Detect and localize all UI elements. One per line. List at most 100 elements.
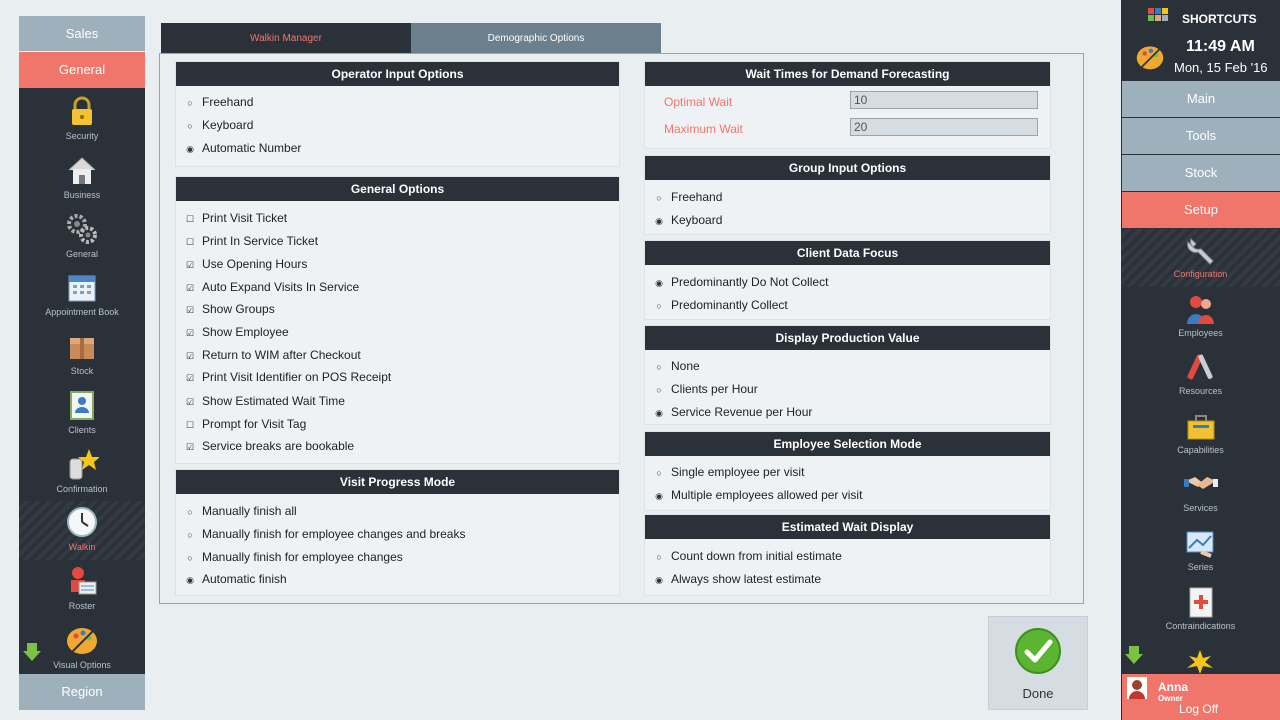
sidebar-item-business[interactable]: Business: [19, 149, 145, 208]
sidebar-item-stock[interactable]: Stock: [19, 325, 145, 384]
checkbox-service-breaks-bookable[interactable]: ☑ Service breaks are bookable: [186, 439, 354, 453]
shortcut-configuration[interactable]: Configuration: [1121, 229, 1280, 287]
sidebar-item-appointment-book[interactable]: Appointment Book: [19, 266, 145, 325]
shortcut-capabilities[interactable]: Capabilities: [1121, 405, 1280, 463]
partial-shortcut-icon: [1187, 650, 1213, 674]
user-logoff-button[interactable]: Anna Owner Log Off: [1122, 674, 1280, 720]
sidebar-item-roster[interactable]: Roster: [19, 560, 145, 619]
radio-automatic-number[interactable]: ◉ Automatic Number: [186, 141, 301, 155]
radio-mark: ○: [187, 98, 193, 108]
wait-times-section: Wait Times for Demand Forecasting Optima…: [644, 61, 1051, 149]
left-sidebar: Sales General Security Business General …: [19, 16, 145, 710]
arrow-down-icon[interactable]: [23, 643, 41, 661]
checkbox-use-opening-hours[interactable]: ☑ Use Opening Hours: [186, 257, 307, 271]
stock-button[interactable]: Stock: [1122, 155, 1280, 191]
palette-icon: [67, 628, 97, 654]
section-title: Visit Progress Mode: [176, 470, 619, 494]
handshake-icon: [1183, 477, 1218, 489]
checkmark-icon: [1015, 628, 1061, 674]
optimal-wait-input[interactable]: 10: [850, 91, 1038, 109]
tab-walkin-manager[interactable]: Walkin Manager: [161, 23, 411, 54]
sidebar-item-security[interactable]: Security: [19, 90, 145, 149]
checkbox-mark: ☑: [186, 351, 195, 361]
radio-single-employee[interactable]: ○ Single employee per visit: [655, 465, 804, 479]
tab-demographic-options[interactable]: Demographic Options: [411, 23, 661, 54]
radio-mark: ◉: [655, 491, 663, 501]
checkbox-show-estimated-wait[interactable]: ☑ Show Estimated Wait Time: [186, 394, 345, 408]
checkbox-show-groups[interactable]: ☑ Show Groups: [186, 302, 275, 316]
shortcut-contraindications[interactable]: Contraindications: [1121, 581, 1280, 639]
section-title: Wait Times for Demand Forecasting: [645, 62, 1050, 86]
radio-do-not-collect[interactable]: ◉ Predominantly Do Not Collect: [655, 275, 828, 289]
radio-manually-finish-changes[interactable]: ○ Manually finish for employee changes: [186, 550, 403, 564]
option-label: Multiple employees allowed per visit: [671, 488, 863, 502]
radio-clients-per-hour[interactable]: ○ Clients per Hour: [655, 382, 758, 396]
gears-icon: [67, 214, 97, 244]
sidebar-item-confirmation[interactable]: Confirmation: [19, 443, 145, 502]
maximum-wait-input[interactable]: 20: [850, 118, 1038, 136]
radio-group-keyboard[interactable]: ◉ Keyboard: [655, 213, 722, 227]
radio-multiple-employees[interactable]: ◉ Multiple employees allowed per visit: [655, 488, 862, 502]
operator-input-section: Operator Input Options ○ Freehand ○ Keyboa…: [175, 61, 620, 167]
setup-button[interactable]: Setup: [1122, 192, 1280, 228]
radio-collect[interactable]: ○ Predominantly Collect: [655, 298, 788, 312]
option-label: Predominantly Collect: [671, 298, 788, 312]
option-label: Print Visit Identifier on POS Receipt: [202, 370, 392, 384]
sales-button[interactable]: Sales: [19, 16, 145, 52]
checkbox-print-in-service-ticket[interactable]: ☐ Print In Service Ticket: [186, 234, 318, 248]
shortcut-services[interactable]: Services: [1121, 463, 1280, 521]
general-button[interactable]: General: [19, 52, 145, 88]
radio-keyboard[interactable]: ○ Keyboard: [186, 118, 253, 132]
sidebar-item-general[interactable]: General: [19, 208, 145, 267]
house-icon: [68, 157, 96, 184]
section-title: Estimated Wait Display: [645, 515, 1050, 539]
radio-mark: ○: [656, 385, 662, 395]
done-label: Done: [1022, 686, 1054, 701]
region-button[interactable]: Region: [19, 674, 145, 710]
option-label: Freehand: [671, 190, 723, 204]
shortcuts-header[interactable]: SHORTCUTS: [1121, 0, 1280, 36]
checkbox-mark: ☑: [186, 397, 195, 407]
radio-mark: ○: [187, 121, 193, 131]
radio-automatic-finish[interactable]: ◉ Automatic finish: [186, 572, 287, 586]
done-button[interactable]: Done: [988, 616, 1088, 710]
option-label: Clients per Hour: [671, 382, 758, 396]
checkbox-return-to-wim[interactable]: ☑ Return to WIM after Checkout: [186, 348, 361, 362]
checkbox-mark: ☑: [186, 305, 195, 315]
arrow-down-icon[interactable]: [1125, 646, 1143, 664]
radio-manually-finish-all[interactable]: ○ Manually finish all: [186, 504, 296, 518]
checkbox-print-visit-ticket[interactable]: ☐ Print Visit Ticket: [186, 211, 287, 225]
option-label: Always show latest estimate: [671, 572, 822, 586]
option-label: Service breaks are bookable: [202, 439, 355, 453]
shortcut-series[interactable]: Series: [1121, 522, 1280, 580]
time-display: 11:49 AM: [1186, 38, 1255, 55]
checkbox-auto-expand-visits[interactable]: ☑ Auto Expand Visits In Service: [186, 280, 359, 294]
shortcut-resources[interactable]: Resources: [1121, 346, 1280, 404]
option-label: Print In Service Ticket: [202, 234, 319, 248]
main-button[interactable]: Main: [1122, 81, 1280, 117]
sidebar-item-clients[interactable]: Clients: [19, 384, 145, 443]
checkbox-print-visit-identifier[interactable]: ☑ Print Visit Identifier on POS Receipt: [186, 370, 391, 384]
radio-always-latest[interactable]: ◉ Always show latest estimate: [655, 572, 821, 586]
radio-manually-finish-changes-breaks[interactable]: ○ Manually finish for employee changes an…: [186, 527, 465, 541]
right-sidebar: SHORTCUTS 11:49 AM Mon, 15 Feb '16 Main …: [1121, 0, 1280, 720]
lock-icon: [72, 96, 92, 125]
option-label: Auto Expand Visits In Service: [202, 280, 360, 294]
tools-button[interactable]: Tools: [1122, 118, 1280, 154]
option-label: None: [671, 359, 700, 373]
shortcuts-label: SHORTCUTS: [1182, 12, 1257, 26]
checkbox-prompt-visit-tag[interactable]: ☐ Prompt for Visit Tag: [186, 417, 306, 431]
radio-group-freehand[interactable]: ○ Freehand: [655, 190, 722, 204]
shortcut-employees[interactable]: Employees: [1121, 288, 1280, 346]
employee-selection-section: Employee Selection Mode ○ Single employee…: [644, 431, 1051, 511]
radio-freehand[interactable]: ○ Freehand: [186, 95, 253, 109]
radio-count-down[interactable]: ○ Count down from initial estimate: [655, 549, 841, 563]
radio-mark: ◉: [655, 216, 663, 226]
radio-none[interactable]: ○ None: [655, 359, 700, 373]
sidebar-item-walkin[interactable]: Walkin: [19, 501, 145, 560]
radio-service-revenue[interactable]: ◉ Service Revenue per Hour: [655, 405, 812, 419]
checkbox-show-employee[interactable]: ☑ Show Employee: [186, 325, 289, 339]
wrench-icon: [1186, 238, 1214, 265]
section-title: General Options: [176, 177, 619, 201]
radio-mark: ◉: [655, 408, 663, 418]
